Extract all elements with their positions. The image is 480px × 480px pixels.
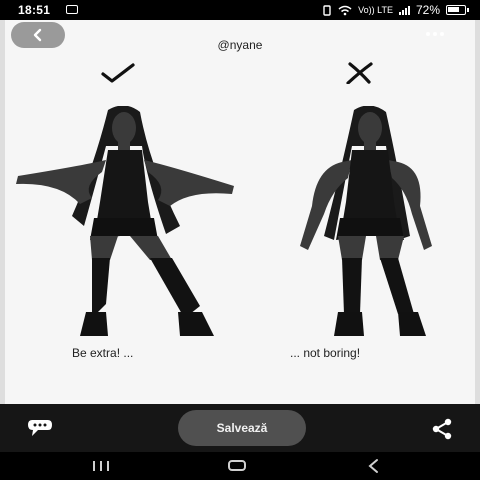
model-photo-left <box>16 106 234 336</box>
status-time: 18:51 <box>18 3 51 17</box>
battery-percent: 72% <box>415 3 440 17</box>
action-bar: Salvează <box>0 404 480 452</box>
back-chevron-icon[interactable] <box>366 458 380 474</box>
signal-icon <box>398 5 410 15</box>
more-icon-dot <box>440 32 444 36</box>
network-label: Vo)) LTE <box>358 5 393 15</box>
check-mark-icon <box>101 63 135 83</box>
gallery-notification-icon <box>66 5 78 14</box>
home-icon[interactable] <box>228 460 246 471</box>
vibrate-icon <box>323 4 331 16</box>
save-button[interactable]: Salvează <box>178 410 306 446</box>
cross-mark-icon <box>346 62 373 84</box>
pin-username: @nyane <box>217 38 263 52</box>
comment-icon[interactable] <box>26 418 54 438</box>
status-right-group: Vo)) LTE 72% <box>322 3 469 17</box>
system-nav-bar <box>0 452 480 480</box>
pin-viewer: @nyane Be extra! ... ... not boring! <box>0 20 480 404</box>
wifi-icon <box>338 5 352 15</box>
status-bar: 18:51 Vo)) LTE 72% <box>0 0 480 20</box>
share-icon[interactable] <box>430 418 454 440</box>
battery-icon <box>446 5 469 15</box>
caption-left: Be extra! ... <box>72 346 134 360</box>
more-icon-dot <box>433 32 437 36</box>
recents-icon[interactable] <box>93 461 109 471</box>
caption-right: ... not boring! <box>290 346 361 360</box>
more-icon <box>426 32 430 36</box>
model-photo-right <box>300 106 432 336</box>
